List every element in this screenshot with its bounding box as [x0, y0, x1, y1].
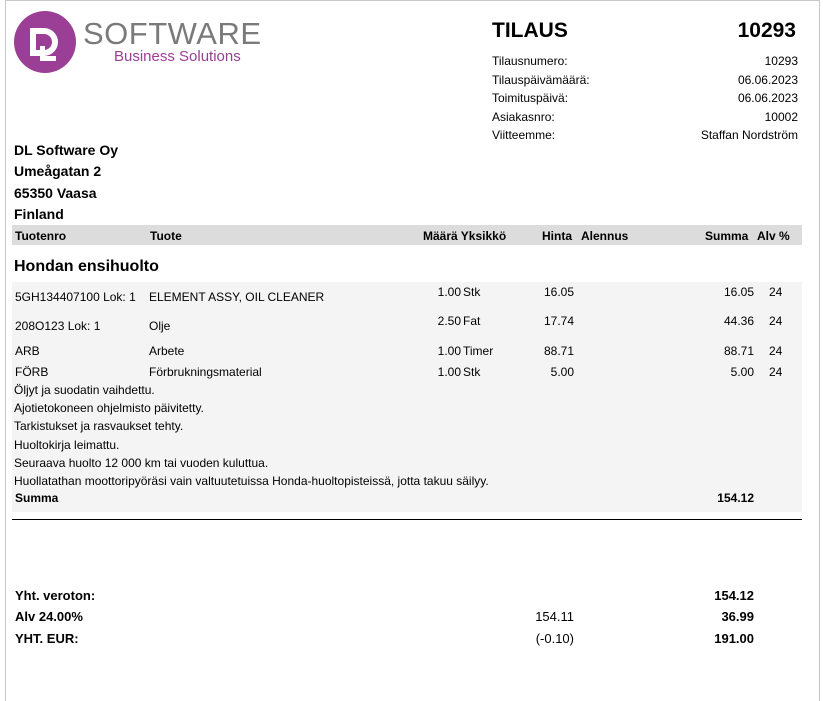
- cell-code: ARB: [15, 344, 40, 358]
- meta-label: Tilauspäivämäärä:: [492, 72, 590, 87]
- meta-row-order-date: Tilauspäivämäärä: 06.06.2023: [492, 71, 798, 90]
- address-postal: 65350 Vaasa: [14, 184, 97, 201]
- customer-address: DL Software Oy Umeågatan 2 65350 Vaasa F…: [14, 140, 118, 225]
- logo-subtitle: Business Solutions: [114, 48, 241, 65]
- order-document: SOFTWARE Business Solutions TILAUS 10293…: [5, 0, 820, 701]
- column-header-vat: Alv %: [757, 229, 790, 243]
- column-header-product: Tuote: [150, 229, 182, 243]
- order-meta: Tilausnumero: 10293 Tilauspäivämäärä: 06…: [492, 52, 798, 145]
- cell-vat: 24: [769, 365, 783, 379]
- company-logo: SOFTWARE Business Solutions: [13, 10, 261, 76]
- cell-product: Olje: [149, 319, 171, 333]
- address-country: Finland: [14, 205, 64, 222]
- table-header: Tuotenro Tuote Määrä Yksikkö Hinta Alenn…: [12, 225, 802, 245]
- cell-qty: 1.00: [437, 285, 461, 299]
- meta-row-delivery-date: Toimituspäivä: 06.06.2023: [492, 89, 798, 108]
- note-line: Ajotietokoneen ohjelmisto päivitetty.: [14, 401, 204, 415]
- total-eur-label: YHT. EUR:: [15, 631, 79, 646]
- cell-product: Förbrukningsmaterial: [149, 365, 262, 379]
- cell-price: 16.05: [543, 285, 574, 299]
- total-net-label: Yht. veroton:: [15, 588, 96, 603]
- cell-price: 88.71: [543, 344, 574, 358]
- column-header-discount: Alennus: [581, 229, 629, 243]
- section-sum-label: Summa: [15, 491, 59, 505]
- total-eur-value: 191.00: [714, 631, 754, 646]
- cell-vat: 24: [769, 285, 783, 299]
- meta-value: 10293: [764, 54, 798, 68]
- meta-value: 06.06.2023: [737, 91, 798, 106]
- logo-wordmark: SOFTWARE: [83, 16, 262, 51]
- cell-unit: Fat: [463, 314, 481, 328]
- column-header-sum: Summa: [705, 229, 749, 243]
- meta-value: 06.06.2023: [737, 72, 798, 87]
- column-header-price: Hinta: [542, 229, 572, 243]
- meta-label: Asiakasnro:: [492, 109, 555, 124]
- total-net-value: 154.12: [714, 588, 754, 603]
- cell-sum: 5.00: [730, 365, 754, 379]
- meta-row-customer-number: Asiakasnro: 10002: [492, 108, 798, 127]
- cell-product: ELEMENT ASSY, OIL CLEANER: [149, 290, 325, 304]
- cell-unit: Stk: [463, 285, 481, 299]
- cell-qty: 1.00: [437, 344, 461, 358]
- meta-row-order-number: Tilausnumero: 10293: [492, 52, 798, 71]
- meta-label: Tilausnumero:: [492, 54, 568, 68]
- meta-label: Toimituspäivä:: [492, 91, 569, 106]
- cell-vat: 24: [769, 314, 783, 328]
- meta-label: Viitteemme:: [492, 128, 556, 143]
- meta-value: 10002: [764, 109, 798, 124]
- note-line: Tarkistukset ja rasvaukset tehty.: [14, 419, 184, 433]
- cell-product: Arbete: [149, 344, 185, 358]
- section-sum-value: 154.12: [717, 491, 754, 505]
- note-line: Seuraava huolto 12 000 km tai vuoden kul…: [14, 456, 269, 470]
- section-title: Hondan ensihuolto: [14, 258, 159, 275]
- note-line: Huollatathan moottoripyöräsi vain valtuu…: [14, 474, 489, 488]
- document-number: 10293: [737, 19, 796, 42]
- cell-price: 17.74: [543, 314, 574, 328]
- note-line: Öljyt ja suodatin vaihdettu.: [14, 383, 155, 397]
- note-line: Huoltokirja leimattu.: [14, 438, 120, 452]
- cell-sum: 16.05: [723, 285, 754, 299]
- address-company: DL Software Oy: [14, 142, 118, 158]
- total-rounding: (-0.10): [535, 631, 574, 646]
- column-header-code: Tuotenro: [15, 229, 67, 243]
- cell-qty: 1.00: [437, 365, 461, 379]
- cell-unit: Stk: [463, 365, 481, 379]
- meta-row-our-reference: Viitteemme: Staffan Nordström: [492, 126, 798, 145]
- cell-qty: 2.50: [437, 314, 461, 328]
- meta-value: Staffan Nordström: [700, 128, 798, 143]
- cell-code: 208O123 Lok: 1: [15, 319, 101, 333]
- total-vat-value: 36.99: [721, 609, 754, 624]
- cell-sum: 44.36: [723, 314, 754, 328]
- cell-vat: 24: [769, 344, 783, 358]
- total-vat-base: 154.11: [535, 609, 574, 624]
- dl-logo-icon: [14, 11, 76, 73]
- cell-sum: 88.71: [723, 344, 754, 358]
- column-header-qty-unit: Määrä Yksikkö: [423, 229, 507, 243]
- cell-code: FÖRB: [15, 365, 49, 379]
- cell-price: 5.00: [550, 365, 574, 379]
- total-vat-label: Alv 24.00%: [15, 609, 83, 624]
- cell-code: 5GH134407100 Lok: 1: [15, 290, 136, 304]
- address-street: Umeågatan 2: [14, 163, 102, 180]
- document-title: TILAUS: [492, 19, 568, 42]
- cell-unit: Timer: [463, 344, 494, 358]
- divider: [12, 519, 802, 520]
